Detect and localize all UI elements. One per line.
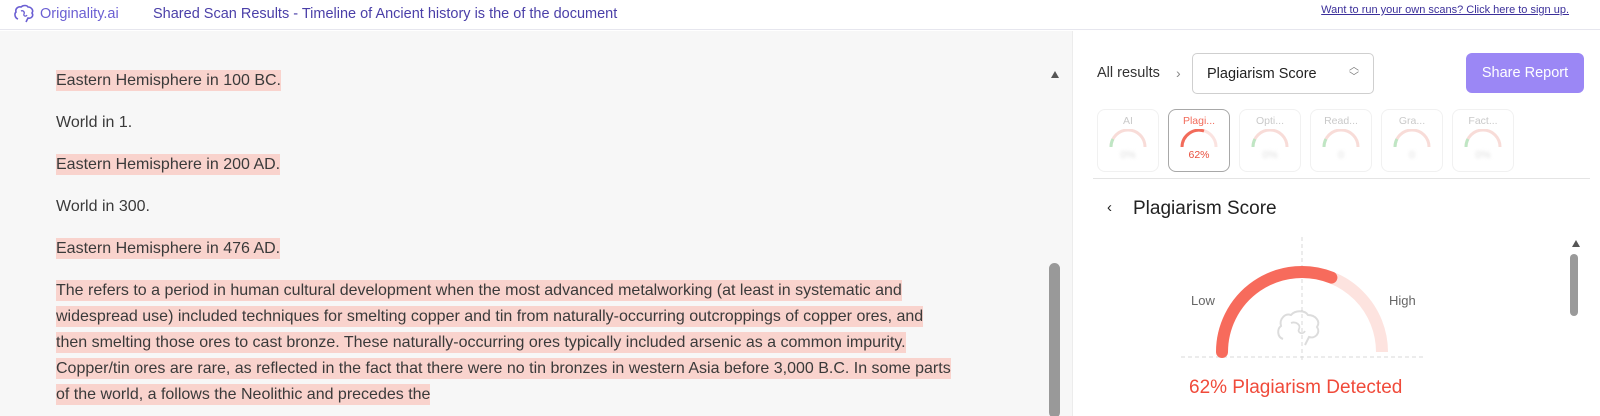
signup-link[interactable]: Want to run your own scans? Click here t… [1321, 4, 1569, 16]
tab-value: 62% [1188, 149, 1210, 161]
results-panel: All results › Plagiarism Score ︿ ﹀ Share … [1072, 31, 1600, 416]
section-title: Plagiarism Score [1133, 198, 1277, 219]
brand-logo[interactable]: Originality.ai [13, 4, 119, 24]
gauge-high-label: High [1389, 293, 1416, 308]
mini-gauge-icon [1464, 129, 1502, 148]
panel-scrollbar[interactable] [1570, 254, 1578, 316]
paragraph-text: World in 1. [56, 114, 133, 131]
tab-value: 0% [1262, 149, 1278, 161]
gauge-low-label: Low [1191, 293, 1215, 308]
document-paragraph: Eastern Hemisphere in 100 BC. [56, 68, 956, 94]
paragraph-text: World in 300. [56, 198, 150, 215]
mini-gauge-icon [1180, 129, 1218, 148]
document-title: Shared Scan Results - Timeline of Ancien… [153, 6, 618, 22]
document-paragraph: Eastern Hemisphere in 200 AD. [56, 152, 956, 178]
mini-gauge-icon [1251, 129, 1289, 148]
top-bar: Originality.ai Shared Scan Results - Tim… [0, 0, 1600, 30]
tab-value: 0% [1475, 149, 1491, 161]
panel-scroll-up-arrow-icon[interactable] [1572, 240, 1580, 247]
mini-gauge-icon [1322, 129, 1360, 148]
gauge-fill [1216, 266, 1338, 358]
up-down-chevron-icon: ︿ ﹀ [1349, 62, 1359, 83]
tab-fact-check[interactable]: Fact... 0% [1452, 109, 1514, 172]
highlighted-text: Eastern Hemisphere in 100 BC. [56, 70, 281, 91]
divider [1093, 178, 1590, 179]
tab-value: 0 [1409, 149, 1415, 161]
document-paragraph: Eastern Hemisphere in 476 AD. [56, 236, 956, 262]
share-report-button[interactable]: Share Report [1466, 53, 1584, 93]
back-chevron-icon[interactable]: ‹ [1107, 199, 1112, 216]
document-content: Eastern Hemisphere in 100 BC. World in 1… [56, 68, 956, 416]
tab-grammar[interactable]: Gra... 0 [1381, 109, 1443, 172]
document-scrollbar[interactable] [1049, 263, 1060, 416]
tab-label: Gra... [1398, 115, 1426, 127]
highlighted-text: Eastern Hemisphere in 476 AD. [56, 238, 281, 259]
tab-readability[interactable]: Read... 0 [1310, 109, 1372, 172]
highlighted-text: Eastern Hemisphere in 200 AD. [56, 154, 281, 175]
tab-label: Read... [1324, 115, 1358, 127]
chevron-right-icon: › [1176, 65, 1181, 81]
plagiarism-gauge: Low High 62% Plagiarism Detected [1173, 231, 1443, 416]
mini-gauge-icon [1393, 129, 1431, 148]
tab-label: Opti... [1255, 115, 1284, 127]
mini-gauge-icon [1109, 129, 1147, 148]
plagiarism-detected-text: 62% Plagiarism Detected [1189, 377, 1403, 398]
highlighted-text: The refers to a period in human cultural… [56, 280, 951, 405]
tab-value: 0% [1120, 149, 1136, 161]
tab-label: AI [1123, 115, 1133, 127]
tab-label: Fact... [1468, 115, 1498, 127]
tab-optimization[interactable]: Opti... 0% [1239, 109, 1301, 172]
document-paragraph: World in 1. [56, 110, 956, 136]
brain-icon [14, 4, 34, 23]
brain-watermark-icon [1277, 310, 1320, 346]
tab-label: Plagi... [1182, 115, 1216, 127]
document-paragraph: The refers to a period in human cultural… [56, 278, 956, 408]
tab-value: 0 [1338, 149, 1344, 161]
scroll-up-arrow-icon[interactable] [1051, 71, 1059, 78]
select-value: Plagiarism Score [1207, 66, 1317, 82]
breadcrumb-all-results[interactable]: All results [1097, 65, 1160, 81]
document-pane: Eastern Hemisphere in 100 BC. World in 1… [0, 31, 1072, 416]
tab-ai[interactable]: AI 0% [1097, 109, 1159, 172]
tab-plagiarism[interactable]: Plagi... 62% [1168, 109, 1230, 172]
brand-name: Originality.ai [40, 6, 119, 22]
document-paragraph: World in 300. [56, 194, 956, 220]
score-type-select[interactable]: Plagiarism Score ︿ ﹀ [1192, 53, 1374, 94]
